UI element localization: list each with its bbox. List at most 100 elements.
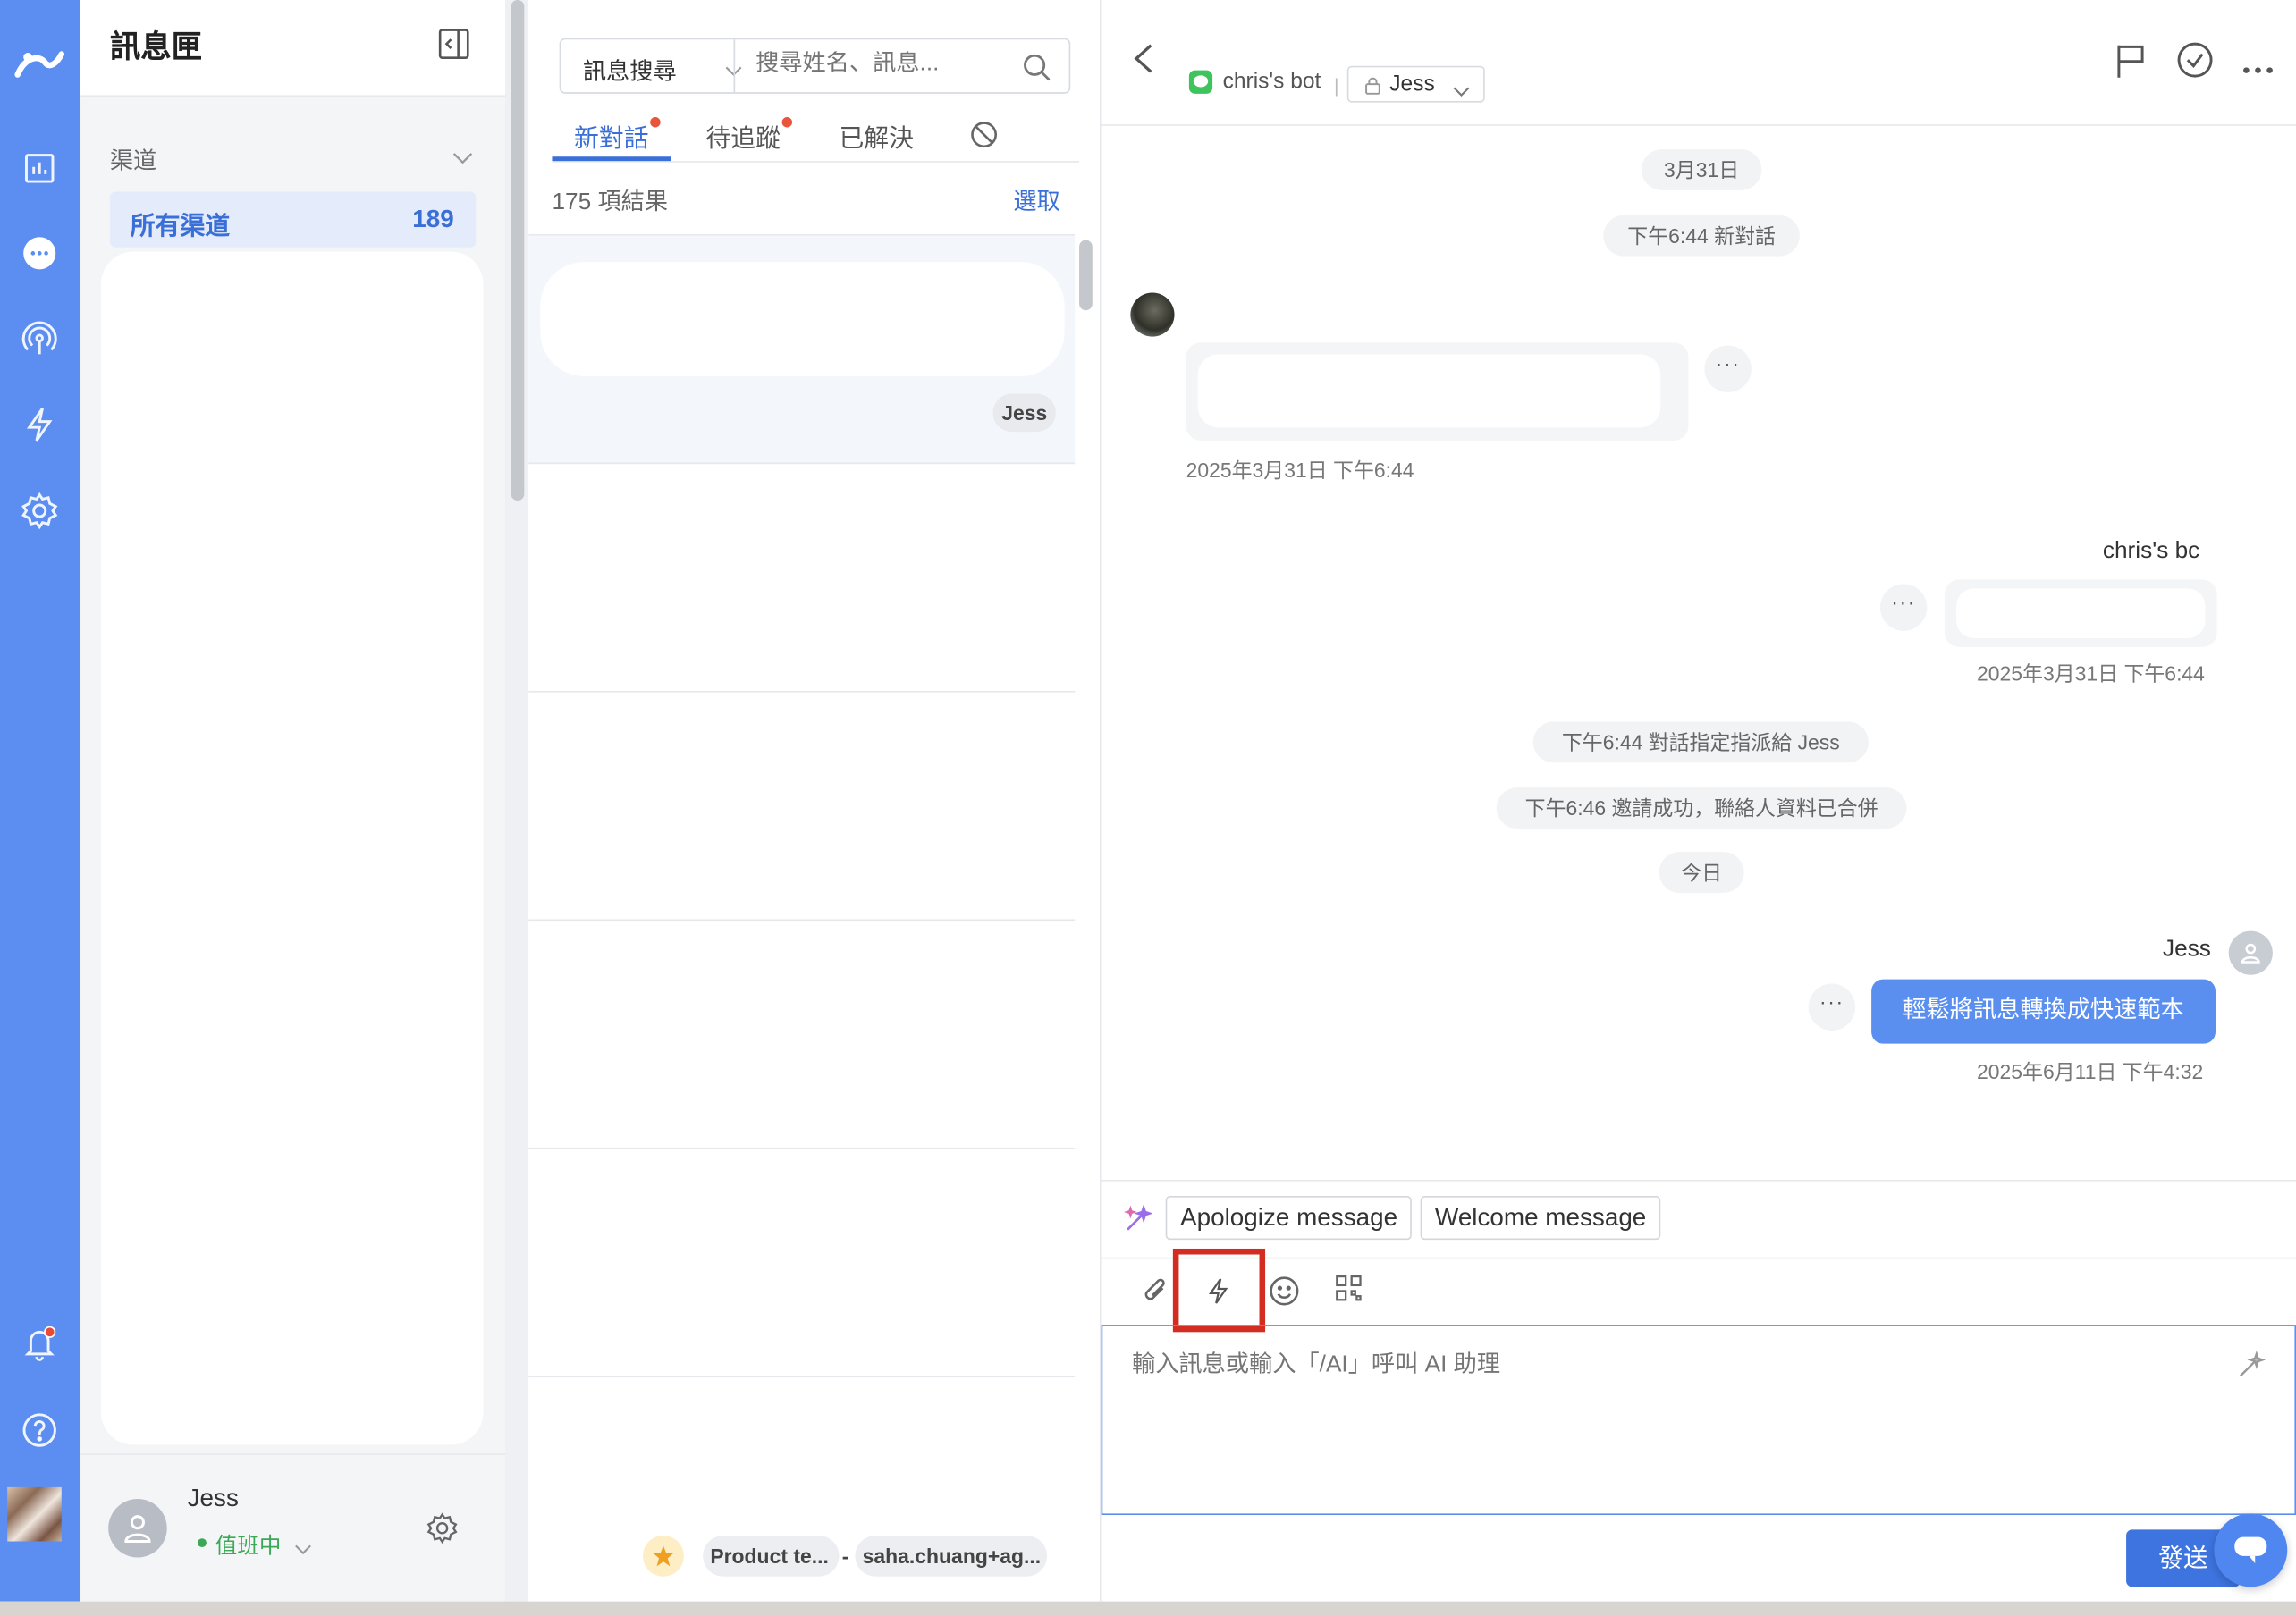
search-input[interactable] bbox=[755, 51, 1005, 78]
app-window: 訊息匣 渠道 所有渠道 189 Jess 值班中 訊息搜尋 搜尋姓名、訊息...… bbox=[0, 0, 2296, 1616]
broadcast-icon[interactable] bbox=[16, 316, 63, 363]
inbox-header: 訊息匣 bbox=[80, 0, 506, 97]
tab-follow-up[interactable]: 待追蹤 bbox=[705, 117, 781, 154]
resolve-check-icon[interactable] bbox=[2176, 41, 2215, 87]
user-name: Jess bbox=[187, 1484, 239, 1512]
select-button[interactable]: 選取 bbox=[1013, 181, 1059, 216]
suggestion-chip[interactable]: Welcome message bbox=[1420, 1196, 1661, 1241]
assignee-tag: Jess bbox=[992, 393, 1057, 433]
sender-name: Jess bbox=[2163, 937, 2211, 962]
logo-icon[interactable] bbox=[13, 41, 66, 88]
online-status-dot bbox=[198, 1538, 207, 1548]
emoji-icon[interactable] bbox=[1268, 1275, 1300, 1314]
message-timestamp: 2025年6月11日 下午4:32 bbox=[1977, 1059, 2204, 1083]
incoming-message-bubble[interactable] bbox=[1186, 342, 1689, 441]
tab-follow-up-dot bbox=[781, 117, 793, 128]
tag-chip: Product te... bbox=[703, 1535, 840, 1577]
tab-blocked-icon[interactable] bbox=[969, 120, 999, 156]
channel-item-all[interactable]: 所有渠道 189 bbox=[109, 191, 477, 248]
tab-new[interactable]: 新對話 bbox=[574, 117, 649, 154]
chevron-down-icon bbox=[1453, 79, 1471, 105]
search-type-select[interactable]: 訊息搜尋 bbox=[583, 51, 677, 86]
message-more-button[interactable]: ··· bbox=[1808, 983, 1856, 1031]
conversation-list-panel: 訊息搜尋 新對話 待追蹤 已解決 175 項結果 選取 bbox=[528, 0, 1102, 1602]
attachment-icon[interactable] bbox=[1141, 1275, 1170, 1314]
active-tab-indicator bbox=[552, 156, 671, 162]
notification-bell-icon[interactable] bbox=[16, 1320, 63, 1367]
message-input[interactable] bbox=[1132, 1343, 2187, 1491]
user-footer: Jess 值班中 bbox=[80, 1453, 506, 1601]
list-scrollbar-thumb[interactable] bbox=[1079, 240, 1093, 311]
qr-code-icon[interactable] bbox=[1336, 1275, 1362, 1309]
chat-panel: chris's bot | Jess 3月31日 下午6:44 新對話 ··· … bbox=[1101, 0, 2296, 1616]
user-settings-gear-icon[interactable] bbox=[426, 1512, 459, 1552]
tab-resolved[interactable]: 已解決 bbox=[839, 117, 914, 154]
notification-dot bbox=[44, 1326, 56, 1338]
message-content bbox=[1956, 588, 2206, 639]
conversation-item[interactable]: Jess bbox=[528, 235, 1076, 465]
automation-bolt-icon[interactable] bbox=[16, 401, 63, 448]
line-channel-icon bbox=[1188, 70, 1213, 94]
conversation-item[interactable] bbox=[528, 1149, 1076, 1378]
assignee-select[interactable]: Jess bbox=[1346, 65, 1485, 105]
system-event-pill: 下午6:44 對話指定指派給 Jess bbox=[1532, 721, 1869, 763]
help-icon[interactable] bbox=[16, 1407, 63, 1453]
lock-icon bbox=[1364, 76, 1380, 102]
divider: | bbox=[1334, 74, 1339, 97]
suggestion-chip[interactable]: Apologize message bbox=[1165, 1196, 1413, 1241]
search-box: 訊息搜尋 bbox=[559, 38, 1071, 94]
window-bottom-edge bbox=[0, 1601, 2296, 1616]
settings-gear-icon[interactable] bbox=[16, 487, 63, 534]
tab-new-dot bbox=[650, 117, 661, 128]
account-avatar[interactable] bbox=[7, 1486, 62, 1542]
ai-sparkle-icon[interactable] bbox=[1123, 1203, 1153, 1241]
inbox-title: 訊息匣 bbox=[109, 30, 203, 65]
message-timestamp: 2025年3月31日 下午6:44 bbox=[1977, 661, 2205, 686]
message-composer bbox=[1101, 1325, 2296, 1516]
user-status[interactable]: 值班中 bbox=[215, 1529, 282, 1560]
scrollbar-thumb[interactable] bbox=[511, 0, 525, 501]
user-avatar[interactable] bbox=[108, 1499, 167, 1558]
star-icon bbox=[642, 1535, 684, 1577]
assignee-name: Jess bbox=[1389, 72, 1435, 97]
more-options-icon[interactable] bbox=[2241, 55, 2274, 81]
channel-count: 189 bbox=[412, 205, 454, 233]
conversation-item[interactable] bbox=[528, 921, 1076, 1149]
flag-icon[interactable] bbox=[2115, 42, 2147, 88]
agent-message-bubble[interactable]: 輕鬆將訊息轉換成快速範本 bbox=[1871, 979, 2216, 1044]
inbox-chat-icon[interactable] bbox=[16, 230, 63, 276]
chevron-down-icon[interactable] bbox=[294, 1537, 312, 1563]
system-date-pill: 今日 bbox=[1659, 852, 1744, 893]
system-event-pill: 下午6:44 新對話 bbox=[1603, 215, 1800, 257]
system-event-pill: 下午6:46 邀請成功，聯絡人資料已合併 bbox=[1496, 787, 1907, 829]
outgoing-message-bubble[interactable] bbox=[1944, 579, 2217, 647]
composer-toolbar bbox=[1102, 1258, 2296, 1325]
collapse-sidebar-icon[interactable] bbox=[438, 28, 470, 60]
back-arrow-icon[interactable] bbox=[1130, 41, 1156, 83]
system-date-pill: 3月31日 bbox=[1641, 149, 1762, 190]
message-more-button[interactable]: ··· bbox=[1704, 345, 1752, 392]
ai-magic-wand-icon[interactable] bbox=[2236, 1350, 2266, 1388]
conversation-tabs: 新對話 待追蹤 已解決 bbox=[552, 111, 1080, 163]
channel-bot-name: chris's bot bbox=[1222, 68, 1321, 94]
conversation-item[interactable] bbox=[528, 693, 1076, 922]
chevron-down-icon[interactable] bbox=[452, 147, 473, 173]
results-count: 175 項結果 bbox=[552, 189, 669, 215]
divider bbox=[733, 39, 736, 93]
message-timestamp: 2025年3月31日 下午6:44 bbox=[1186, 458, 1414, 482]
tag-chip: saha.chuang+ag... bbox=[855, 1535, 1048, 1577]
conversation-list: Jess bbox=[528, 234, 1076, 1602]
channel-label: 所有渠道 bbox=[130, 212, 231, 240]
chat-support-fab-icon[interactable] bbox=[2214, 1513, 2288, 1587]
chat-header: chris's bot | Jess bbox=[1101, 0, 2296, 126]
conversation-item[interactable] bbox=[528, 464, 1076, 693]
search-icon[interactable] bbox=[1022, 53, 1051, 89]
message-more-button[interactable]: ··· bbox=[1879, 584, 1928, 631]
nav-rail bbox=[0, 0, 81, 1602]
analytics-icon[interactable] bbox=[16, 145, 63, 191]
message-content bbox=[1197, 354, 1661, 428]
inbox-panel: 訊息匣 渠道 所有渠道 189 Jess 值班中 bbox=[80, 0, 506, 1602]
panel-scrollbar[interactable] bbox=[505, 0, 529, 1602]
contact-avatar[interactable] bbox=[1130, 292, 1175, 337]
sender-name: chris's bc bbox=[2102, 538, 2200, 564]
